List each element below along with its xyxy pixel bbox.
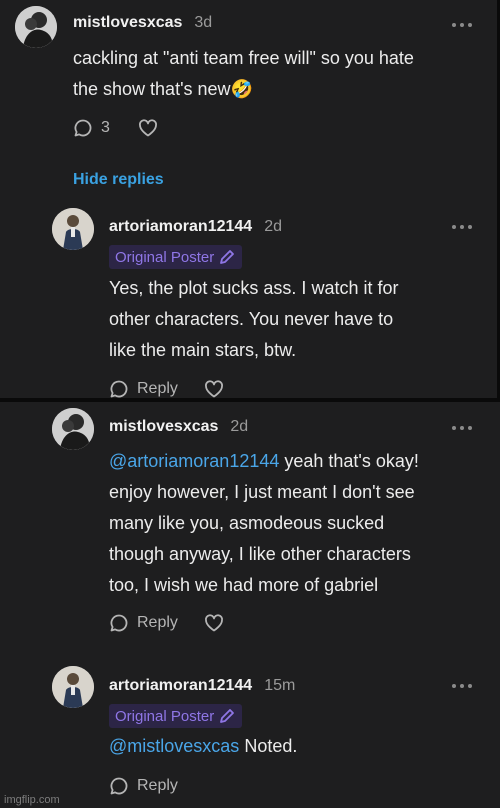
comment-actions: Reply — [109, 613, 224, 633]
avatar[interactable] — [52, 666, 94, 708]
comment-line: cackling at "anti team free will" so you… — [73, 48, 414, 68]
user-mention[interactable]: @artoriamoran12144 — [109, 451, 279, 471]
reply-button[interactable]: Reply — [109, 379, 178, 399]
comment-bubble-icon — [110, 614, 128, 632]
more-options-icon[interactable] — [452, 684, 472, 688]
heart-icon — [138, 119, 157, 137]
comment-text: Yes, the plot sucks ass. I watch it for … — [109, 273, 494, 366]
username[interactable]: mistlovesxcas — [109, 418, 218, 436]
comment-header: mistlovesxcas 3d — [73, 14, 212, 32]
avatar[interactable] — [52, 408, 94, 450]
comment-header: artoriamoran12144 2d — [109, 218, 282, 236]
watermark: imgflip.com — [4, 794, 60, 806]
comment-bubble-icon — [74, 119, 92, 137]
more-options-icon[interactable] — [452, 225, 472, 229]
timestamp: 15m — [264, 677, 296, 694]
comment-line: the show that's new🤣 — [73, 79, 253, 99]
heart-icon — [204, 380, 223, 398]
pencil-icon — [220, 250, 235, 264]
comment-text: @artoriamoran12144 yeah that's okay! enj… — [109, 446, 494, 601]
comment-text: @mistlovesxcas Noted. — [109, 731, 494, 762]
replies-button[interactable]: 3 — [73, 118, 110, 138]
comment-line-rest: yeah that's okay! — [279, 451, 419, 471]
timestamp: 2d — [264, 218, 282, 235]
comment-actions: Reply — [109, 776, 178, 796]
avatar-image — [52, 408, 94, 450]
user-mention[interactable]: @mistlovesxcas — [109, 736, 239, 756]
username[interactable]: mistlovesxcas — [73, 14, 182, 32]
avatar-image — [15, 6, 57, 48]
heart-icon — [204, 614, 223, 632]
avatar[interactable] — [15, 6, 57, 48]
comment-line: though anyway, I like other characters — [109, 544, 411, 564]
reply-count: 3 — [101, 119, 110, 136]
comment-first-line: @artoriamoran12144 yeah that's okay! — [109, 446, 494, 477]
badge-label: Original Poster — [115, 707, 215, 725]
comment-bubble-icon — [110, 777, 128, 795]
original-poster-badge: Original Poster — [109, 704, 243, 728]
comment-actions: Reply — [109, 379, 224, 399]
avatar-image — [52, 208, 94, 250]
timestamp: 2d — [230, 418, 249, 435]
comment-header: artoriamoran12144 15m — [109, 677, 295, 695]
comment-header: mistlovesxcas 2d — [109, 418, 248, 436]
avatar-image — [52, 666, 94, 708]
comment-line: many like you, asmodeous sucked — [109, 513, 385, 533]
comment-text: cackling at "anti team free will" so you… — [73, 43, 493, 105]
username[interactable]: artoriamoran12144 — [109, 677, 252, 695]
like-button[interactable] — [204, 614, 224, 632]
avatar[interactable] — [52, 208, 94, 250]
like-button[interactable] — [204, 380, 224, 398]
comment-line: Yes, the plot sucks ass. I watch it for — [109, 278, 399, 298]
original-poster-badge: Original Poster — [109, 245, 243, 269]
reply-label: Reply — [137, 380, 178, 397]
timestamp: 3d — [194, 14, 213, 31]
username[interactable]: artoriamoran12144 — [109, 218, 252, 236]
comment-line: too, I wish we had more of gabriel — [109, 575, 379, 595]
comment-line-rest: Noted. — [239, 736, 298, 756]
reply-button[interactable]: Reply — [109, 613, 178, 633]
more-options-icon[interactable] — [452, 23, 472, 27]
comment-line: like the main stars, btw. — [109, 340, 297, 360]
pencil-icon — [220, 709, 235, 723]
like-button[interactable] — [138, 119, 158, 137]
comment-line: other characters. You never have to — [109, 309, 394, 329]
more-options-icon[interactable] — [452, 426, 472, 430]
hide-replies-link[interactable]: Hide replies — [73, 171, 164, 189]
comment-first-line: @mistlovesxcas Noted. — [109, 731, 494, 762]
reply-label: Reply — [137, 614, 178, 631]
reply-button[interactable]: Reply — [109, 776, 178, 796]
comment-line: enjoy however, I just meant I don't see — [109, 482, 415, 502]
comment-actions: 3 — [73, 118, 158, 138]
badge-label: Original Poster — [115, 248, 215, 266]
reply-label: Reply — [137, 777, 178, 794]
comment-bubble-icon — [110, 380, 128, 398]
